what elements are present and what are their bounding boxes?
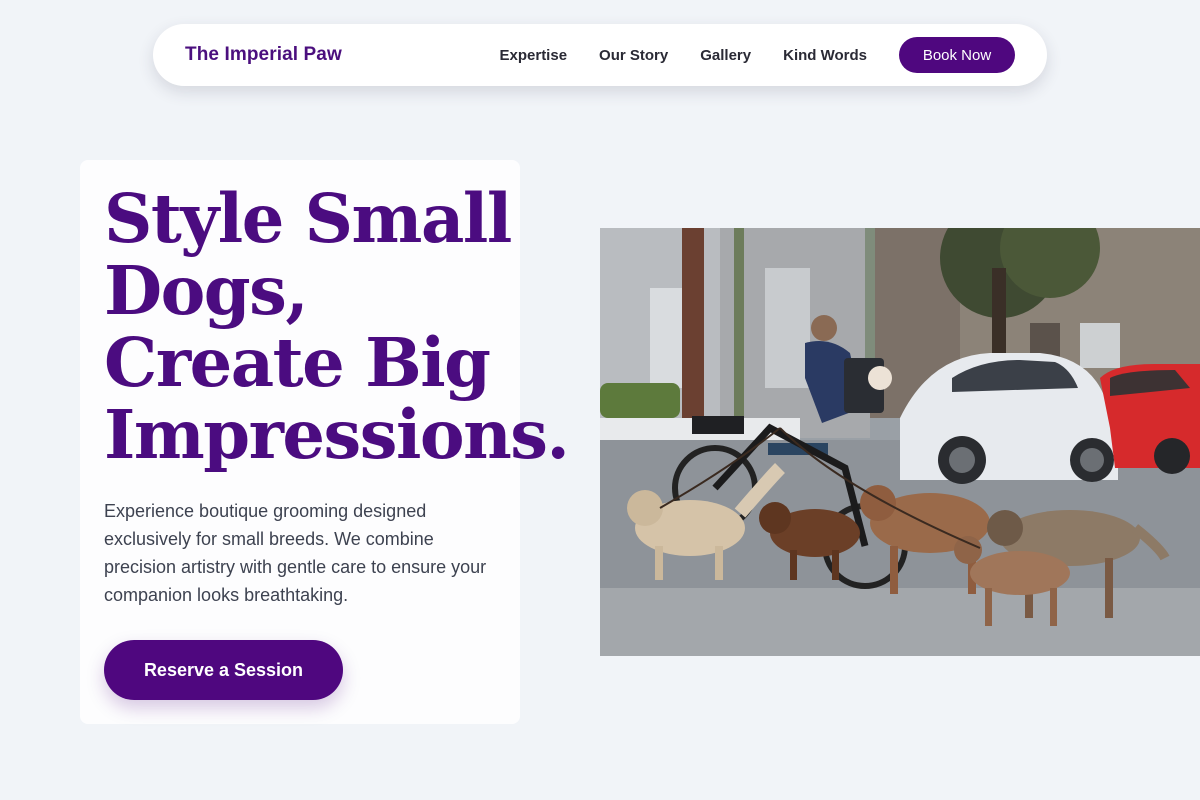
navbar: The Imperial Paw Expertise Our Story Gal… xyxy=(153,24,1047,86)
reserve-session-button[interactable]: Reserve a Session xyxy=(104,640,343,700)
nav-link-expertise[interactable]: Expertise xyxy=(500,47,568,64)
book-now-button[interactable]: Book Now xyxy=(899,37,1015,73)
nav-link-our-story[interactable]: Our Story xyxy=(599,47,668,64)
hero-photo-illustration xyxy=(600,228,1200,656)
brand-logo[interactable]: The Imperial Paw xyxy=(185,44,342,66)
nav-link-gallery[interactable]: Gallery xyxy=(700,47,751,64)
hero-photo xyxy=(600,228,1200,656)
nav-links: Expertise Our Story Gallery Kind Words B… xyxy=(500,37,1015,73)
hero-title-line: Create Big xyxy=(104,323,491,402)
hero-subtitle: Experience boutique grooming designed ex… xyxy=(104,501,487,605)
hero-title-line: Impressions. xyxy=(104,395,570,474)
nav-link-kind-words[interactable]: Kind Words xyxy=(783,47,867,64)
hero-title-line: Dogs, xyxy=(104,251,309,330)
hero-title: Style Small Dogs, Create Big Impressions… xyxy=(104,183,574,471)
hero-title-line: Style Small xyxy=(104,179,512,258)
